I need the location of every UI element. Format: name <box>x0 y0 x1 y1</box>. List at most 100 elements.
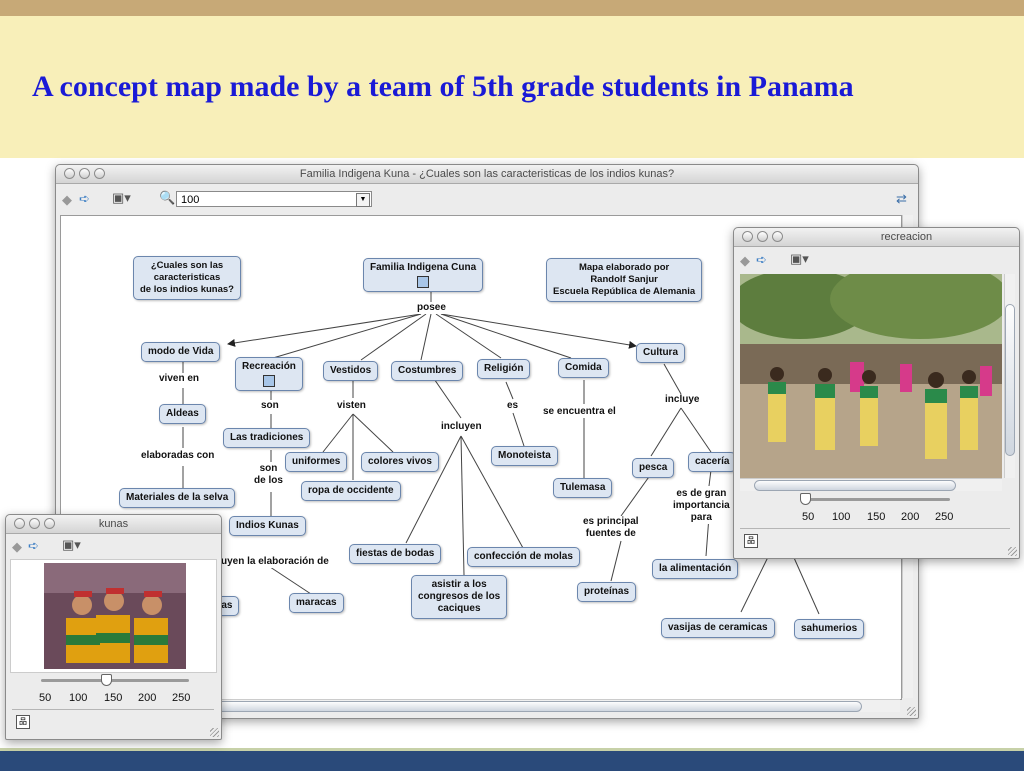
link-phrase-son[interactable]: son <box>261 400 279 412</box>
concept-node-vestidos[interactable]: Vestidos <box>323 361 379 381</box>
image-resource-icon[interactable] <box>262 375 275 387</box>
concept-node-ropa[interactable]: ropa de occidente <box>301 481 401 501</box>
kunas-image-window: kunas ◆ ➪ ▣▾ 50 100 150 200 250 品 <box>5 514 222 740</box>
link-phrase-posee[interactable]: posee <box>417 302 446 314</box>
slider-tick-label: 150 <box>104 692 123 704</box>
kunas-photo-frame <box>10 559 217 673</box>
link-phrase-incluyen[interactable]: incluyen <box>441 421 482 433</box>
concept-node-uniformes[interactable]: uniformes <box>285 452 348 472</box>
link-phrase-viven-en[interactable]: viven en <box>159 373 200 385</box>
recreacion-window-titlebar[interactable]: recreacion <box>734 228 1019 247</box>
concept-node-modo-vida[interactable]: modo de Vida <box>141 342 221 362</box>
main-window-title: Familia Indigena Kuna - ¿Cuales son las … <box>299 168 675 180</box>
main-horizontal-scroll-thumb[interactable] <box>160 701 862 712</box>
concept-node-comida[interactable]: Comida <box>558 358 609 378</box>
slider-tick-label: 250 <box>935 511 954 523</box>
kunas-window-titlebar[interactable]: kunas <box>6 515 221 534</box>
link-phrase-importancia[interactable]: es de gran importancia para <box>673 488 730 524</box>
link-phrase-incluye[interactable]: incluye <box>665 394 700 406</box>
view-menu-icon[interactable]: ▣▾ <box>790 252 809 265</box>
recreacion-horizontal-scrollbar[interactable] <box>740 478 1002 491</box>
resize-grip-icon[interactable] <box>907 707 916 716</box>
recreacion-horizontal-scroll-thumb[interactable] <box>754 480 956 491</box>
concept-node-question[interactable]: ¿Cuales son las caracteristicas de los i… <box>133 256 241 300</box>
link-phrase-es[interactable]: es <box>507 400 519 412</box>
zoom-magnifier-icon[interactable]: 🔍 <box>159 191 175 204</box>
link-phrase-elaboradas[interactable]: elaboradas con <box>141 450 215 462</box>
recreacion-size-slider-track[interactable] <box>802 498 950 501</box>
resize-grip-icon[interactable] <box>1008 547 1017 556</box>
slider-tick-label: 100 <box>832 511 851 523</box>
concept-node-proteinas[interactable]: proteínas <box>577 582 637 602</box>
link-phrase-principal[interactable]: es principal fuentes de <box>583 516 639 540</box>
concept-map-link-icon[interactable]: 品 <box>744 534 758 548</box>
divider <box>12 709 214 710</box>
concept-node-pesca[interactable]: pesca <box>632 458 675 478</box>
concept-node-materiales[interactable]: Materiales de la selva <box>119 488 236 508</box>
link-phrase-se-encuentra[interactable]: se encuentra el <box>543 406 616 418</box>
zoom-window-button[interactable] <box>772 231 783 242</box>
zoom-value: 100 <box>181 194 200 206</box>
back-arrow-icon[interactable]: ◆ <box>62 193 72 206</box>
view-menu-icon[interactable]: ▣▾ <box>112 191 131 204</box>
zoom-dropdown-arrow-icon[interactable]: ▼ <box>356 193 370 207</box>
collaboration-icon[interactable]: ⇄ <box>896 192 907 205</box>
concept-node-fiestas[interactable]: fiestas de bodas <box>349 544 442 564</box>
link-phrase-son-de-los[interactable]: son de los <box>254 463 283 487</box>
close-window-button[interactable] <box>742 231 753 242</box>
concept-node-familia[interactable]: Familia Indigena Cuna <box>363 258 484 292</box>
concept-node-colores[interactable]: colores vivos <box>361 452 439 472</box>
slider-tick-label: 250 <box>172 692 191 704</box>
slider-tick-label: 200 <box>138 692 157 704</box>
slide-top-band <box>0 0 1024 16</box>
concept-node-tradiciones[interactable]: Las tradiciones <box>223 428 311 448</box>
link-phrase-visten[interactable]: visten <box>337 400 366 412</box>
zoom-select[interactable]: 100 ▼ <box>176 191 372 207</box>
kunas-photo <box>44 563 186 669</box>
concept-node-caceria[interactable]: cacería <box>688 452 737 472</box>
image-resource-icon[interactable] <box>417 276 430 288</box>
recreacion-image-window: recreacion ◆ ➪ ▣▾ 50 100 150 200 250 品 <box>733 227 1020 559</box>
recreacion-vertical-scroll-thumb[interactable] <box>1005 304 1015 456</box>
link-phrase-elaboracion[interactable]: uyen la elaboración de <box>221 556 329 568</box>
kunas-size-slider-track[interactable] <box>41 679 189 682</box>
concept-node-aldeas[interactable]: Aldeas <box>159 404 206 424</box>
concept-node-indios-kunas[interactable]: Indios Kunas <box>229 516 306 536</box>
minimize-window-button[interactable] <box>757 231 768 242</box>
concept-map-link-icon[interactable]: 品 <box>16 715 30 729</box>
concept-node-costumbres[interactable]: Costumbres <box>391 361 464 381</box>
recreacion-size-slider-knob[interactable] <box>800 493 811 505</box>
concept-node-maracas[interactable]: maracas <box>289 593 344 613</box>
kunas-size-slider-knob[interactable] <box>100 674 112 686</box>
concept-node-familia-label: Familia Indigena Cuna <box>370 262 477 273</box>
slider-tick-label: 50 <box>39 692 52 704</box>
concept-node-religion[interactable]: Religión <box>477 359 531 379</box>
resize-grip-icon[interactable] <box>210 728 219 737</box>
concept-node-molas[interactable]: confección de molas <box>467 547 580 567</box>
concept-node-recreacion[interactable]: Recreación <box>235 357 303 391</box>
slider-tick-label: 200 <box>901 511 920 523</box>
concept-node-monoteista[interactable]: Monoteista <box>491 446 558 466</box>
concept-node-vasijas[interactable]: vasijas de ceramicas <box>661 618 775 638</box>
concept-node-recreacion-label: Recreación <box>242 361 296 372</box>
forward-arrow-icon[interactable]: ➪ <box>79 192 90 205</box>
forward-arrow-icon[interactable]: ➪ <box>756 253 767 266</box>
back-arrow-icon[interactable]: ◆ <box>12 540 22 553</box>
recreacion-vertical-scrollbar[interactable] <box>1004 274 1015 478</box>
main-window-titlebar[interactable]: Familia Indigena Kuna - ¿Cuales son las … <box>56 165 918 184</box>
concept-node-sahumerios[interactable]: sahumerios <box>794 619 865 639</box>
concept-node-tulemasa[interactable]: Tulemasa <box>553 478 613 498</box>
back-arrow-icon[interactable]: ◆ <box>740 254 750 267</box>
slider-tick-label: 150 <box>867 511 886 523</box>
concept-node-congresos[interactable]: asistir a los congresos de los caciques <box>411 575 508 619</box>
recreacion-photo <box>740 274 1002 478</box>
concept-node-cultura[interactable]: Cultura <box>636 343 685 363</box>
view-menu-icon[interactable]: ▣▾ <box>62 538 81 551</box>
forward-arrow-icon[interactable]: ➪ <box>28 539 39 552</box>
concept-node-alimentacion[interactable]: la alimentación <box>652 559 739 579</box>
concept-node-mapa[interactable]: Mapa elaborado por Randolf Sanjur Escuel… <box>546 258 703 302</box>
slider-tick-label: 100 <box>69 692 88 704</box>
kunas-window-title: kunas <box>98 518 129 530</box>
divider <box>740 528 1010 529</box>
slider-tick-label: 50 <box>802 511 815 523</box>
